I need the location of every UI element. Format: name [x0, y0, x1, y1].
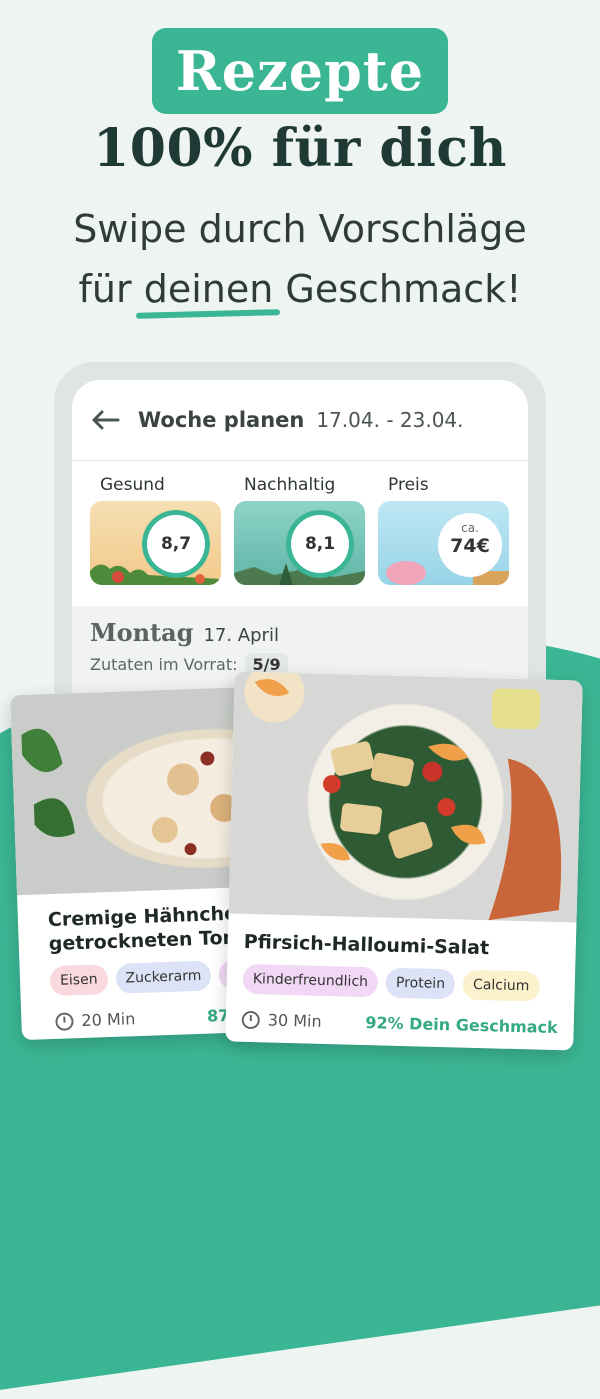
subtitle-highlight: deinen [144, 259, 274, 319]
hero-subtitle-line1: Swipe durch Vorschläge [73, 207, 527, 251]
subtitle-prefix: für [78, 267, 144, 311]
week-planner-screen: Woche planen 17.04. - 23.04. Gesund 8,7 … [72, 380, 528, 700]
subtitle-suffix: Geschmack! [273, 267, 522, 311]
tag: Calcium [462, 969, 540, 1002]
score-row: Gesund 8,7 Nachhaltig 8,1 Preis ca. 74€ [72, 461, 528, 585]
stock-info: Zutaten im Vorrat: 5/9 [72, 647, 528, 676]
price-value: 74€ [450, 535, 490, 557]
back-arrow-icon[interactable] [92, 410, 120, 430]
cook-time-value: 20 Min [81, 1009, 136, 1031]
planner-dates: 17.04. - 23.04. [316, 408, 464, 432]
clock-icon [241, 1010, 261, 1029]
day-date: 17. April [203, 625, 279, 646]
nature-illustration: 8,1 [234, 501, 365, 585]
score-price[interactable]: Preis ca. 74€ [378, 475, 509, 585]
taste-match: 92% Dein Geschmack [365, 1013, 558, 1038]
tag: Zuckerarm [115, 960, 212, 994]
tag: Protein [385, 967, 456, 1000]
hero: Rezepte 100% für dich Swipe durch Vorsch… [0, 0, 600, 319]
hero-headline: 100% für dich [93, 118, 507, 179]
recipe-image [228, 671, 583, 923]
cook-time-value: 30 Min [267, 1010, 322, 1031]
score-label: Nachhaltig [244, 475, 336, 495]
planner-header: Woche planen 17.04. - 23.04. [72, 380, 528, 461]
day-name: Montag [90, 618, 194, 647]
tag: Kinderfreundlich [242, 963, 379, 998]
price-bubble: ca. 74€ [438, 513, 502, 577]
score-label: Preis [388, 475, 429, 495]
score-healthy[interactable]: Gesund 8,7 [90, 475, 221, 585]
hero-badge: Rezepte [151, 28, 449, 114]
score-ring: 8,7 [147, 515, 205, 573]
stock-label: Zutaten im Vorrat: [90, 655, 238, 674]
clock-icon [55, 1011, 74, 1031]
tag: Eisen [49, 964, 109, 997]
day-heading: Montag 17. April [72, 606, 528, 647]
score-sustainable[interactable]: Nachhaltig 8,1 [234, 475, 365, 585]
piggy-bank-illustration: ca. 74€ [378, 501, 509, 585]
cook-time: 30 Min [241, 1010, 322, 1031]
cook-time: 20 Min [55, 1009, 136, 1031]
hero-subtitle: Swipe durch Vorschläge für deinen Geschm… [0, 199, 600, 319]
veggies-illustration: 8,7 [90, 501, 221, 585]
score-label: Gesund [100, 475, 165, 495]
price-prefix: ca. [461, 521, 479, 535]
planner-title: Woche planen [138, 408, 305, 432]
score-ring: 8,1 [291, 515, 349, 573]
recipe-card[interactable]: Pfirsich-Halloumi-Salat Kinderfreundlich… [225, 671, 583, 1051]
hero-subtitle-line2: für deinen Geschmack! [0, 259, 600, 319]
